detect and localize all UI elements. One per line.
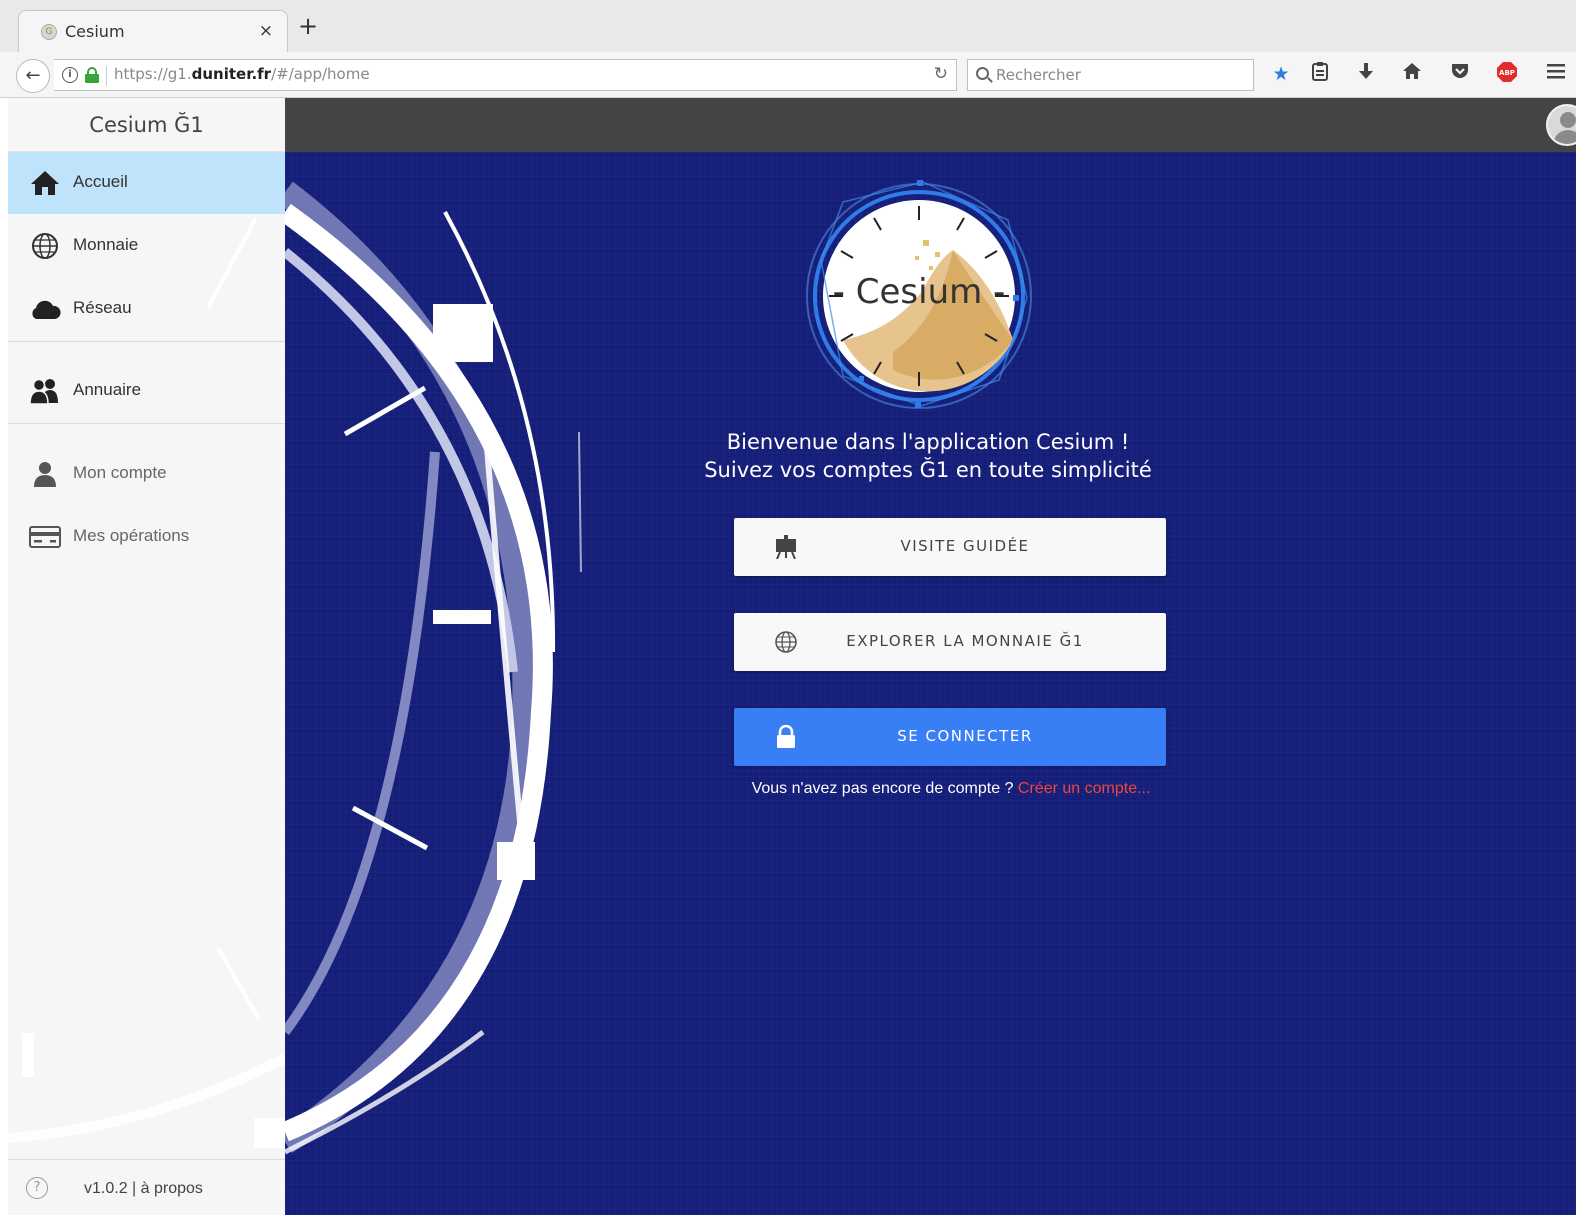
pocket-icon[interactable] — [1447, 61, 1473, 87]
app-header-bar — [285, 98, 1576, 152]
sidebar-item-annuaire[interactable]: Annuaire — [8, 360, 285, 422]
favicon-icon: G — [41, 24, 57, 40]
sidebar-item-label: Réseau — [73, 298, 132, 317]
search-icon — [976, 67, 989, 80]
login-label: SE CONNECTER — [897, 727, 1033, 745]
new-tab-button[interactable]: + — [298, 14, 318, 38]
url-text[interactable]: https://g1.duniter.fr/#/app/home — [114, 65, 370, 83]
home-icon — [31, 171, 59, 195]
search-input[interactable] — [996, 64, 1246, 86]
sidebar-item-accueil[interactable]: Accueil — [8, 152, 285, 214]
clock-background-decoration — [285, 181, 582, 1155]
info-icon[interactable]: i — [62, 67, 78, 83]
address-separator — [106, 66, 107, 86]
sidebar-item-mon-compte[interactable]: Mon compte — [8, 443, 285, 505]
browser-nav-bar: ← i https://g1.duniter.fr/#/app/home ↻ ★… — [0, 52, 1576, 98]
sidebar-item-mes-operations[interactable]: Mes opérations — [8, 506, 285, 568]
menu-divider — [8, 341, 285, 342]
people-icon — [29, 378, 58, 405]
sidebar-title: Cesium Ğ1 — [8, 98, 285, 152]
signup-prompt: Vous n'avez pas encore de compte ? Créer… — [661, 780, 1241, 798]
signup-text: Vous n'avez pas encore de compte ? — [751, 780, 1014, 797]
sidebar-item-label: Accueil — [73, 172, 128, 191]
help-icon[interactable]: ? — [26, 1177, 48, 1199]
welcome-message: Bienvenue dans l'application Cesium ! Su… — [661, 428, 1195, 484]
cloud-icon — [32, 300, 61, 319]
lock-icon[interactable] — [85, 67, 99, 83]
address-bar[interactable]: i https://g1.duniter.fr/#/app/home ↻ — [54, 59, 957, 91]
card-icon — [29, 526, 61, 548]
search-box[interactable] — [967, 59, 1254, 91]
adblock-icon[interactable]: ABP — [1494, 61, 1520, 87]
cesium-logo: - Cesium - — [803, 180, 1035, 412]
explore-currency-label: EXPLORER LA MONNAIE Ğ1 — [846, 632, 1084, 650]
create-account-link[interactable]: Créer un compte... — [1018, 780, 1151, 797]
sidebar-item-label: Monnaie — [73, 235, 139, 254]
logo-text: - Cesium - — [832, 272, 1006, 312]
menu-icon[interactable] — [1543, 61, 1569, 87]
guided-tour-button[interactable]: VISITE GUIDÉE — [734, 518, 1166, 576]
home-icon[interactable] — [1399, 61, 1425, 87]
guided-tour-label: VISITE GUIDÉE — [900, 537, 1030, 555]
sidebar-item-label: Mon compte — [73, 463, 167, 482]
tab-close-icon[interactable]: × — [259, 21, 273, 41]
menu-divider — [8, 423, 285, 424]
home-content: - Cesium - Bienvenue dans l'application … — [285, 152, 1576, 1215]
browser-tab[interactable]: G Cesium × — [18, 10, 288, 52]
bookmark-star-icon[interactable]: ★ — [1268, 61, 1294, 87]
explore-currency-button[interactable]: EXPLORER LA MONNAIE Ğ1 — [734, 613, 1166, 671]
back-button[interactable]: ← — [16, 59, 50, 93]
sidebar-footer: ? v1.0.2 | à propos — [8, 1159, 285, 1215]
download-icon[interactable] — [1353, 61, 1379, 87]
sidebar: Cesium Ğ1 Accueil Monnaie Réseau Annuair… — [8, 98, 285, 1215]
sidebar-item-label: Annuaire — [73, 380, 142, 399]
reading-list-icon[interactable] — [1307, 61, 1333, 87]
login-button[interactable]: SE CONNECTER — [734, 708, 1166, 766]
user-avatar-icon[interactable] — [1546, 104, 1576, 146]
reload-icon[interactable]: ↻ — [934, 64, 948, 84]
tab-title: Cesium — [65, 22, 125, 41]
sidebar-item-reseau[interactable]: Réseau — [8, 278, 285, 340]
browser-tab-bar: G Cesium × + — [0, 0, 1576, 52]
person-icon — [34, 462, 56, 487]
sidebar-item-monnaie[interactable]: Monnaie — [8, 215, 285, 277]
globe-icon — [32, 233, 58, 259]
svg-text:ABP: ABP — [1499, 69, 1515, 77]
welcome-line-1: Bienvenue dans l'application Cesium ! — [726, 430, 1130, 454]
sidebar-item-label: Mes opérations — [73, 526, 190, 545]
version-about-link[interactable]: v1.0.2 | à propos — [84, 1180, 203, 1198]
welcome-line-2: Suivez vos comptes Ğ1 en toute simplicit… — [704, 458, 1152, 482]
